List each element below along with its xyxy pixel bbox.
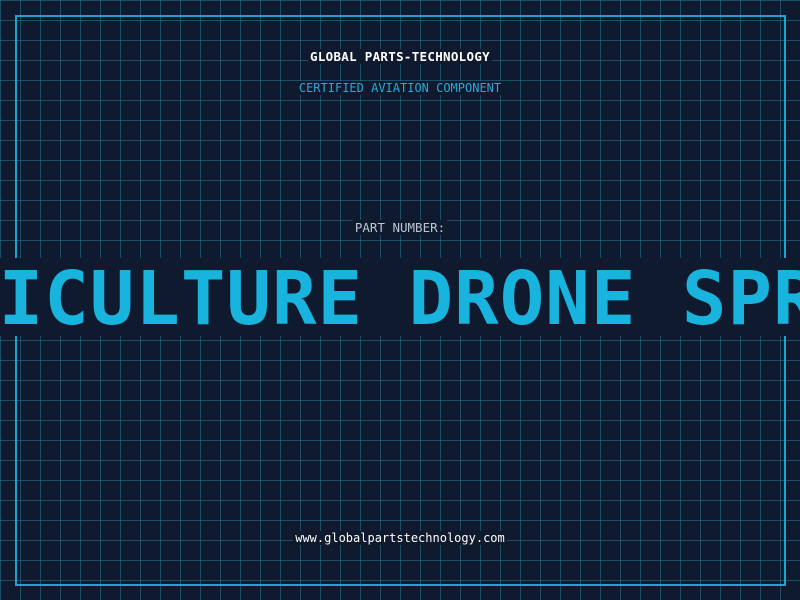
label-canvas: GLOBAL PARTS-TECHNOLOGY CERTIFIED AVIATI… — [0, 0, 800, 600]
company-name-text: GLOBAL PARTS-TECHNOLOGY — [308, 49, 492, 64]
part-number-banner: AGRICULTURE DRONE SPRAYER — [0, 258, 800, 336]
part-number-value: AGRICULTURE DRONE SPRAYER — [0, 258, 800, 336]
part-number-label: PART NUMBER: — [0, 220, 800, 235]
part-number-label-text: PART NUMBER: — [352, 220, 448, 235]
certification-tagline: CERTIFIED AVIATION COMPONENT — [0, 81, 800, 95]
certification-tagline-text: CERTIFIED AVIATION COMPONENT — [296, 81, 504, 95]
website-url: www.globalpartstechnology.com — [0, 531, 800, 545]
website-url-text[interactable]: www.globalpartstechnology.com — [293, 531, 507, 545]
company-name: GLOBAL PARTS-TECHNOLOGY — [0, 49, 800, 64]
